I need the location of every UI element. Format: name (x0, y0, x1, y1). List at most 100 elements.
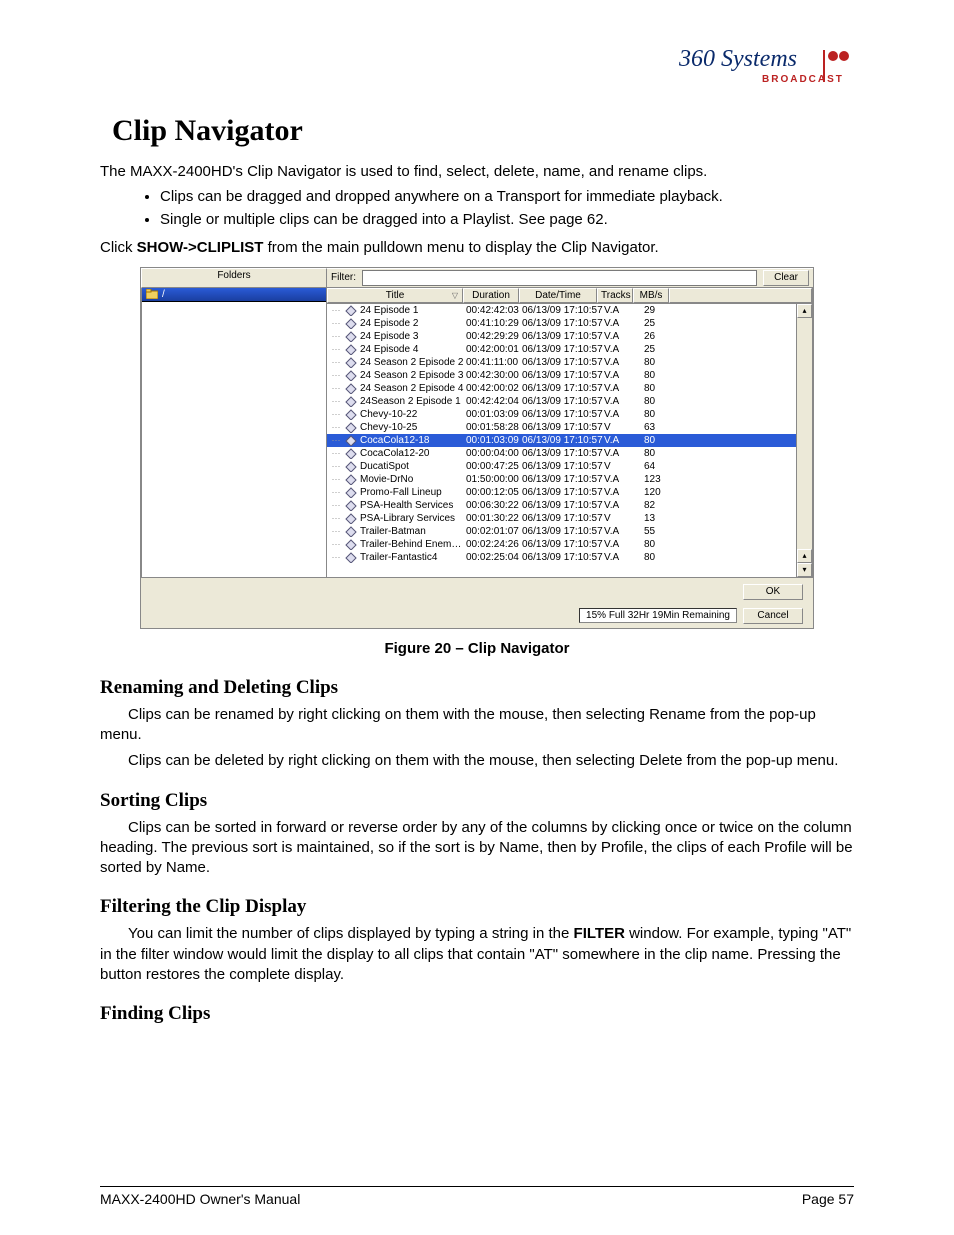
filter-label: Filter: (331, 272, 356, 283)
heading-rename: Renaming and Deleting Clips (100, 677, 854, 699)
tree-line: ⋯ (327, 435, 345, 446)
clip-duration: 00:06:30:22 (464, 500, 522, 511)
clip-duration: 00:41:11:00 (464, 357, 522, 368)
clip-duration: 00:42:29:29 (464, 331, 522, 342)
clip-row[interactable]: ⋯PSA-Health Services00:06:30:2206/13/09 … (327, 499, 812, 512)
tree-line: ⋯ (327, 357, 345, 368)
tree-line: ⋯ (327, 305, 345, 316)
clip-mbs: 80 (640, 539, 680, 550)
clip-duration: 00:42:30:00 (464, 370, 522, 381)
col-mbs[interactable]: MB/s (633, 288, 669, 303)
scroll-up2-icon[interactable]: ▴ (797, 549, 812, 563)
clip-row[interactable]: ⋯24 Season 2 Episode 300:42:30:0006/13/0… (327, 369, 812, 382)
clip-datetime: 06/13/09 17:10:57 (522, 344, 600, 355)
click-instruction: Click SHOW->CLIPLIST from the main pulld… (100, 238, 854, 258)
ok-button[interactable]: OK (743, 584, 803, 600)
brand-logo: 360 Systems BROADCAST (100, 40, 854, 94)
clip-icon (345, 357, 359, 368)
clip-row[interactable]: ⋯24 Season 2 Episode 400:42:00:0206/13/0… (327, 382, 812, 395)
clip-row[interactable]: ⋯Movie-DrNo01:50:00:0006/13/09 17:10:57V… (327, 473, 812, 486)
clip-datetime: 06/13/09 17:10:57 (522, 487, 600, 498)
clip-title: 24 Season 2 Episode 4 (359, 383, 464, 394)
clip-row[interactable]: ⋯Trailer-Batman00:02:01:0706/13/09 17:10… (327, 525, 812, 538)
clip-row[interactable]: ⋯Chevy-10-2200:01:03:0906/13/09 17:10:57… (327, 408, 812, 421)
cancel-button[interactable]: Cancel (743, 608, 803, 624)
clip-row[interactable]: ⋯PSA-Library Services00:01:30:2206/13/09… (327, 512, 812, 525)
folders-header[interactable]: Folders (141, 268, 327, 288)
col-datetime[interactable]: Date/Time (519, 288, 597, 303)
clip-datetime: 06/13/09 17:10:57 (522, 526, 600, 537)
clip-title: 24 Season 2 Episode 2 (359, 357, 464, 368)
folders-root[interactable]: / (142, 288, 326, 302)
clip-datetime: 06/13/09 17:10:57 (522, 409, 600, 420)
tree-line: ⋯ (327, 409, 345, 420)
clip-duration: 00:01:30:22 (464, 513, 522, 524)
clip-icon (345, 474, 359, 485)
column-headers: Title▽ Duration Date/Time Tracks MB/s (327, 288, 812, 304)
clip-tracks: V.A (600, 344, 640, 355)
clip-datetime: 06/13/09 17:10:57 (522, 305, 600, 316)
clip-icon (345, 331, 359, 342)
clip-title: 24 Season 2 Episode 3 (359, 370, 464, 381)
clip-title: CocaCola12-18 (359, 435, 464, 446)
clip-duration: 00:42:00:02 (464, 383, 522, 394)
clip-row[interactable]: ⋯Chevy-10-2500:01:58:2806/13/09 17:10:57… (327, 421, 812, 434)
clip-mbs: 80 (640, 448, 680, 459)
clip-tracks: V.A (600, 500, 640, 511)
clip-mbs: 80 (640, 409, 680, 420)
clip-row[interactable]: ⋯Trailer-Behind Enemy Lines00:02:24:2606… (327, 538, 812, 551)
clip-icon (345, 513, 359, 524)
scroll-up-icon[interactable]: ▴ (797, 304, 812, 318)
clip-row[interactable]: ⋯24 Episode 200:41:10:2906/13/09 17:10:5… (327, 317, 812, 330)
clip-tracks: V (600, 513, 640, 524)
clip-title: 24 Episode 2 (359, 318, 464, 329)
clip-mbs: 80 (640, 383, 680, 394)
vertical-scrollbar[interactable]: ▴ ▴ ▾ (796, 304, 812, 577)
folders-pane[interactable]: / (141, 288, 327, 578)
bullet-2: Single or multiple clips can be dragged … (160, 211, 854, 228)
clip-row[interactable]: ⋯DucatiSpot00:00:47:2506/13/09 17:10:57V… (327, 460, 812, 473)
clip-title: Movie-DrNo (359, 474, 464, 485)
clip-datetime: 06/13/09 17:10:57 (522, 331, 600, 342)
clip-row[interactable]: ⋯24Season 2 Episode 100:42:42:0406/13/09… (327, 395, 812, 408)
clip-icon (345, 500, 359, 511)
col-duration[interactable]: Duration (463, 288, 519, 303)
clip-mbs: 64 (640, 461, 680, 472)
clip-mbs: 26 (640, 331, 680, 342)
clip-row[interactable]: ⋯Promo-Fall Lineup00:00:12:0506/13/09 17… (327, 486, 812, 499)
clip-tracks: V.A (600, 539, 640, 550)
clip-row[interactable]: ⋯24 Episode 300:42:29:2906/13/09 17:10:5… (327, 330, 812, 343)
clip-duration: 00:02:25:04 (464, 552, 522, 563)
clip-title: CocaCola12-20 (359, 448, 464, 459)
heading-sort: Sorting Clips (100, 790, 854, 812)
clip-row[interactable]: ⋯24 Episode 400:42:00:0106/13/09 17:10:5… (327, 343, 812, 356)
clip-row[interactable]: ⋯24 Episode 100:42:42:0306/13/09 17:10:5… (327, 304, 812, 317)
clip-title: DucatiSpot (359, 461, 464, 472)
tree-line: ⋯ (327, 539, 345, 550)
footer-left: MAXX-2400HD Owner's Manual (100, 1191, 300, 1207)
clear-button[interactable]: Clear (763, 270, 809, 286)
tree-line: ⋯ (327, 500, 345, 511)
col-title[interactable]: Title▽ (327, 288, 463, 303)
clip-icon (345, 409, 359, 420)
clip-tracks: V.A (600, 305, 640, 316)
clip-mbs: 80 (640, 552, 680, 563)
scroll-down-icon[interactable]: ▾ (797, 563, 812, 577)
clip-duration: 00:02:24:26 (464, 539, 522, 550)
clip-duration: 00:01:03:09 (464, 409, 522, 420)
clip-title: 24 Episode 4 (359, 344, 464, 355)
col-tracks[interactable]: Tracks (597, 288, 633, 303)
clip-row[interactable]: ⋯CocaCola12-2000:00:04:0006/13/09 17:10:… (327, 447, 812, 460)
clip-row[interactable]: ⋯Trailer-Fantastic400:02:25:0406/13/09 1… (327, 551, 812, 564)
clip-mbs: 123 (640, 474, 680, 485)
clip-tracks: V.A (600, 409, 640, 420)
clip-mbs: 29 (640, 305, 680, 316)
clip-row[interactable]: ⋯CocaCola12-1800:01:03:0906/13/09 17:10:… (327, 434, 812, 447)
tree-line: ⋯ (327, 370, 345, 381)
clip-title: 24 Episode 1 (359, 305, 464, 316)
clip-row[interactable]: ⋯24 Season 2 Episode 200:41:11:0006/13/0… (327, 356, 812, 369)
filter-input[interactable] (362, 270, 757, 286)
status-text: 15% Full 32Hr 19Min Remaining (579, 608, 737, 623)
feature-bullets: Clips can be dragged and dropped anywher… (160, 188, 854, 228)
page-footer: MAXX-2400HD Owner's Manual Page 57 (100, 1186, 854, 1207)
